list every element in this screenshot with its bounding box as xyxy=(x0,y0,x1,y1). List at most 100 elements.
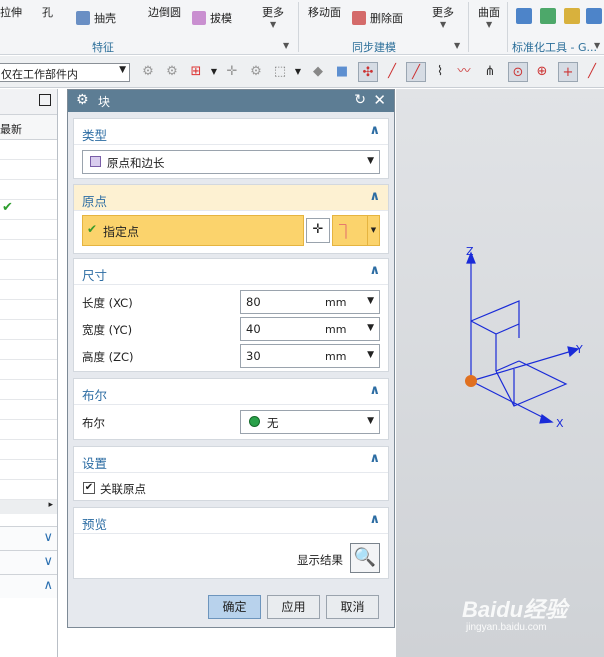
close-icon[interactable]: ✕ xyxy=(373,91,386,109)
chevron-up-icon[interactable]: ∧ xyxy=(369,263,380,278)
group-feature-expand-icon[interactable]: ▼ xyxy=(283,41,289,50)
move-face-button[interactable]: 移动面 xyxy=(308,4,341,20)
std-tool-2-icon[interactable] xyxy=(540,8,560,24)
point-constructor-icon[interactable]: ⊞ xyxy=(186,62,206,82)
section-type-header[interactable]: 类型 ∧ xyxy=(74,119,388,145)
section-origin-header[interactable]: 原点 ∧ xyxy=(74,185,388,211)
navigator-panel-dependents[interactable]: ∨ xyxy=(0,526,57,550)
list-item[interactable] xyxy=(0,160,57,180)
shaded-cube-icon[interactable]: ■ xyxy=(332,62,352,82)
end-point-icon[interactable]: ╱ xyxy=(382,62,402,82)
snap-icon[interactable]: ✛ xyxy=(222,62,242,82)
select-body-icon[interactable]: ⚙ xyxy=(246,62,266,82)
list-item[interactable] xyxy=(0,400,57,420)
chevron-down-icon[interactable]: ▼ xyxy=(270,20,276,29)
chevron-down-icon[interactable]: ▼ xyxy=(204,62,224,82)
list-item[interactable] xyxy=(0,480,57,500)
list-item[interactable] xyxy=(0,320,57,340)
more-feature-button[interactable]: 更多 xyxy=(262,4,284,20)
mid-point-icon[interactable]: ╱ xyxy=(406,62,426,82)
chevron-up-icon[interactable]: ∧ xyxy=(369,123,380,138)
graphics-window[interactable]: Z Y X xyxy=(396,89,604,657)
type-dropdown[interactable]: 原点和边长 ▼ xyxy=(82,150,380,174)
solid-view-icon[interactable]: ◆ xyxy=(308,62,328,82)
select-feature-icon[interactable]: ⚙ xyxy=(138,62,158,82)
navigator-panel-preview[interactable]: ∧ xyxy=(0,574,57,598)
point-dialog-button[interactable]: ✛ xyxy=(306,218,330,243)
list-item[interactable] xyxy=(0,240,57,260)
list-item[interactable] xyxy=(0,360,57,380)
boolean-dropdown[interactable]: 无 ▼ xyxy=(240,410,380,434)
chevron-up-icon[interactable]: ∧ xyxy=(369,512,380,527)
selection-scope-dropdown[interactable]: 仅在工作部件内 ▼ xyxy=(0,63,130,82)
chevron-down-icon[interactable]: ▼ xyxy=(367,296,374,306)
length-input[interactable]: 80 mm ▼ xyxy=(240,290,380,314)
chevron-down-icon[interactable]: ▼ xyxy=(486,20,492,29)
std-tool-4-icon[interactable] xyxy=(586,8,604,24)
point-on-curve-icon[interactable]: ╱ xyxy=(582,62,602,82)
hole-button[interactable]: 孔 xyxy=(42,4,53,20)
section-preview-header[interactable]: 预览 ∧ xyxy=(74,508,388,534)
navigator-column-header[interactable]: 最新 xyxy=(0,115,57,140)
dialog-title-bar[interactable]: ⚙ 块 ↻ ✕ xyxy=(68,90,394,112)
group-sync-expand-icon[interactable]: ▼ xyxy=(454,41,460,50)
intersection-icon[interactable]: 〰 xyxy=(454,62,474,82)
chevron-up-icon[interactable]: ∧ xyxy=(369,189,380,204)
section-dimensions-header[interactable]: 尺寸 ∧ xyxy=(74,259,388,285)
chevron-up-icon[interactable]: ∧ xyxy=(369,451,380,466)
draft-button[interactable]: 拔模 xyxy=(192,10,232,26)
rectangle-select-icon[interactable]: ⬚ xyxy=(270,62,290,82)
group-std-expand-icon[interactable]: ▼ xyxy=(594,41,600,50)
ok-button[interactable]: 确定 xyxy=(208,595,261,619)
chevron-down-icon[interactable]: ▼ xyxy=(367,350,374,360)
select-edge-icon[interactable]: ⚙ xyxy=(162,62,182,82)
std-tool-1-icon[interactable] xyxy=(516,8,536,24)
list-item[interactable]: ✔ xyxy=(0,200,57,220)
arc-center-icon[interactable]: ⊙ xyxy=(508,62,528,82)
list-item[interactable] xyxy=(0,260,57,280)
list-item[interactable] xyxy=(0,180,57,200)
control-point-icon[interactable]: ⌇ xyxy=(430,62,450,82)
horizontal-scrollbar[interactable]: ▸ xyxy=(0,500,57,514)
navigator-panel-details[interactable]: ∨ xyxy=(0,550,57,574)
quadrant-point-icon[interactable]: ⊕ xyxy=(532,62,552,82)
reset-icon[interactable]: ↻ xyxy=(354,92,366,108)
specify-point-row[interactable]: ✔ 指定点 xyxy=(82,215,304,246)
chevron-up-icon[interactable]: ∧ xyxy=(369,383,380,398)
chevron-down-icon[interactable]: ▼ xyxy=(288,62,308,82)
width-input[interactable]: 40 mm ▼ xyxy=(240,317,380,341)
scroll-right-icon[interactable]: ▸ xyxy=(48,500,53,510)
maximize-icon[interactable] xyxy=(39,94,51,106)
gear-icon[interactable]: ⚙ xyxy=(76,92,89,108)
apply-button[interactable]: 应用 xyxy=(267,595,320,619)
list-item[interactable] xyxy=(0,340,57,360)
existing-point-icon[interactable]: + xyxy=(558,62,578,82)
list-item[interactable] xyxy=(0,280,57,300)
list-item[interactable] xyxy=(0,440,57,460)
list-item[interactable] xyxy=(0,140,57,160)
more-sync-button[interactable]: 更多 xyxy=(432,4,454,20)
associative-origin-checkbox[interactable]: ✔ xyxy=(83,482,95,494)
height-input[interactable]: 30 mm ▼ xyxy=(240,344,380,368)
snap-points-icon[interactable]: ✣ xyxy=(358,62,378,82)
extrude-button[interactable]: 拉伸 xyxy=(0,4,22,20)
shell-button[interactable]: 抽壳 xyxy=(76,10,116,26)
list-item[interactable] xyxy=(0,420,57,440)
surface-button[interactable]: 曲面 xyxy=(478,4,500,20)
delete-face-button[interactable]: 删除面 xyxy=(352,10,403,26)
perpendicular-icon[interactable]: ⋔ xyxy=(480,62,500,82)
list-item[interactable] xyxy=(0,300,57,320)
inferred-point-dropdown[interactable]: ⏋ ▼ xyxy=(332,215,380,246)
section-settings-header[interactable]: 设置 ∧ xyxy=(74,447,388,473)
shell-icon xyxy=(76,11,90,25)
cancel-button[interactable]: 取消 xyxy=(326,595,379,619)
list-item[interactable] xyxy=(0,460,57,480)
list-item[interactable] xyxy=(0,220,57,240)
section-boolean-header[interactable]: 布尔 ∧ xyxy=(74,379,388,405)
show-result-button[interactable]: 🔍 xyxy=(350,543,380,573)
chevron-down-icon[interactable]: ▼ xyxy=(440,20,446,29)
chevron-down-icon[interactable]: ▼ xyxy=(367,323,374,333)
edge-blend-button[interactable]: 边倒圆 xyxy=(148,4,181,20)
std-tool-3-icon[interactable] xyxy=(564,8,584,24)
list-item[interactable] xyxy=(0,380,57,400)
